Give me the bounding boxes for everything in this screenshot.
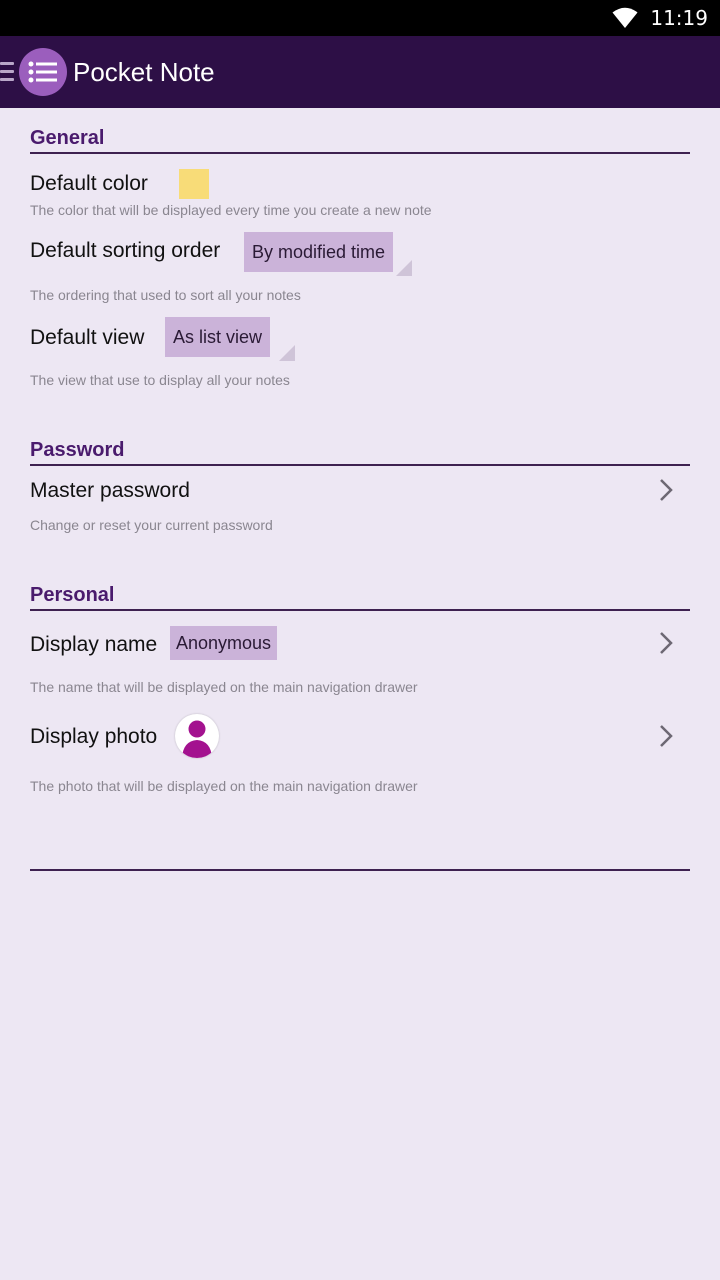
section-header-personal: Personal [30, 565, 690, 611]
section-header-label: General [30, 127, 105, 149]
default-sorting-spinner[interactable]: By modified time [244, 232, 394, 272]
default-view-title: Default view [30, 326, 145, 349]
default-view-value: As list view [173, 327, 263, 347]
section-header-password: Password [30, 420, 690, 466]
spinner-arrow-icon [396, 260, 412, 276]
section-header-general: General [30, 108, 690, 154]
app-title: Pocket Note [73, 57, 215, 87]
default-sorting-summary: The ordering that used to sort all your … [30, 287, 301, 303]
default-view-summary: The view that use to display all your no… [30, 372, 290, 388]
bottom-divider [30, 869, 690, 871]
spinner-arrow-icon [279, 345, 295, 361]
person-icon [182, 720, 212, 758]
section-header-label: Password [30, 439, 125, 461]
drawer-toggle-button[interactable] [0, 36, 72, 108]
status-icons: 11:19 [612, 0, 708, 36]
chevron-right-icon[interactable] [656, 478, 676, 502]
avatar[interactable] [175, 714, 219, 758]
display-photo-title: Display photo [30, 725, 158, 748]
default-color-summary: The color that will be displayed every t… [30, 202, 432, 218]
chevron-right-icon[interactable] [656, 631, 676, 655]
status-time: 11:19 [650, 6, 708, 30]
default-view-spinner[interactable]: As list view [165, 317, 271, 357]
display-photo-summary: The photo that will be displayed on the … [30, 778, 418, 794]
display-name-summary: The name that will be displayed on the m… [30, 679, 418, 695]
default-color-title: Default color [30, 172, 148, 195]
master-password-title: Master password [30, 479, 190, 502]
default-color-swatch[interactable] [179, 169, 209, 199]
status-bar: 11:19 [0, 0, 720, 36]
app-bar: Pocket Note [0, 36, 720, 108]
hamburger-icon [0, 62, 14, 82]
display-name-value: Anonymous [170, 626, 278, 660]
section-header-label: Personal [30, 584, 115, 606]
chevron-right-icon[interactable] [656, 724, 676, 748]
default-sorting-title: Default sorting order [30, 239, 221, 262]
master-password-summary: Change or reset your current password [30, 517, 273, 533]
app-logo [19, 48, 67, 96]
display-name-title: Display name [30, 633, 158, 656]
default-sorting-value: By modified time [252, 242, 386, 262]
wifi-icon [612, 7, 638, 28]
list-icon [28, 61, 57, 83]
